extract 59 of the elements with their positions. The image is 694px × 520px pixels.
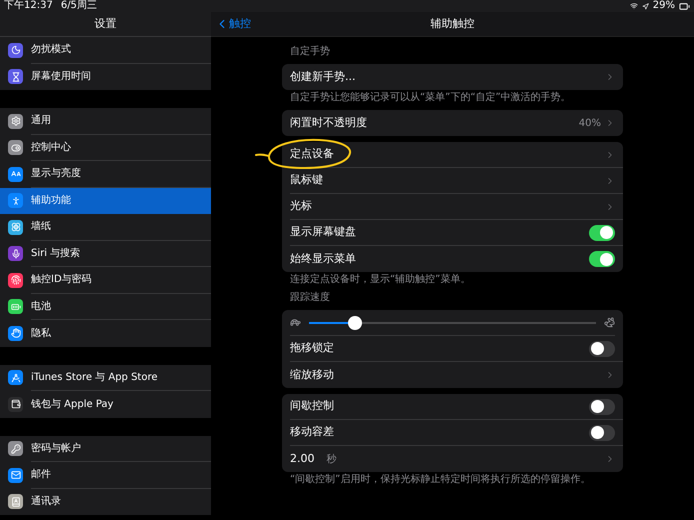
toggle-switch[interactable] bbox=[589, 340, 615, 356]
toggle-switch[interactable] bbox=[589, 224, 615, 240]
back-button[interactable]: 触控 bbox=[211, 16, 251, 32]
battery-icon bbox=[679, 0, 690, 12]
sidebar-item[interactable]: 辅助功能 bbox=[0, 188, 211, 214]
slider[interactable] bbox=[309, 316, 596, 330]
sidebar-item[interactable]: 钱包与 Apple Pay bbox=[0, 391, 211, 418]
sidebar-label: 屏幕使用时间 bbox=[31, 70, 92, 84]
toggle-switch[interactable] bbox=[589, 424, 615, 440]
turtle-icon bbox=[290, 317, 301, 328]
row-label: 间歇控制 bbox=[290, 398, 335, 414]
sidebar-item[interactable]: 通讯录 bbox=[0, 488, 211, 515]
sidebar-label: 钱包与 Apple Pay bbox=[31, 398, 114, 412]
battery-percent: 29% bbox=[652, 1, 675, 11]
sidebar-label: 通讯录 bbox=[31, 494, 62, 510]
row-label: 鼠标键 bbox=[290, 172, 324, 188]
sidebar-item[interactable]: 屏幕使用时间 bbox=[0, 64, 211, 90]
duration-value: 2.00 bbox=[290, 450, 314, 467]
row-label: 光标 bbox=[290, 198, 313, 214]
sidebar-title: 设置 bbox=[0, 12, 211, 37]
row-label: 移动容差 bbox=[290, 424, 335, 440]
row-label: 闲置时不透明度 bbox=[290, 114, 368, 131]
sidebar-item[interactable]: 隐私 bbox=[0, 320, 211, 346]
settings-row[interactable]: 定点设备 bbox=[290, 142, 623, 168]
row-value: 40% bbox=[578, 116, 601, 130]
toggle-switch[interactable] bbox=[589, 251, 615, 267]
row-label: 始终显示菜单 bbox=[290, 250, 357, 267]
settings-row[interactable]: 2.00 秒 bbox=[290, 446, 623, 472]
wifi-icon bbox=[630, 2, 638, 10]
settings-row[interactable]: 移动容差 bbox=[290, 420, 623, 446]
nav-title: 辅助触控 bbox=[430, 16, 474, 32]
row-label: 定点设备 bbox=[290, 146, 335, 162]
settings-row[interactable]: 拖移锁定 bbox=[290, 336, 623, 362]
status-time: 下午12:37 bbox=[4, 1, 53, 11]
settings-row[interactable]: 创建新手势... bbox=[290, 64, 623, 90]
sidebar-label: 辅助功能 bbox=[31, 194, 72, 208]
section-footer: 自定手势让您能够记录可以从“菜单”下的“自定”中激活的手势。 bbox=[282, 92, 623, 104]
location-icon bbox=[642, 2, 649, 10]
settings-row[interactable]: 缩放移动 bbox=[290, 362, 623, 388]
settings-row[interactable]: 鼠标键 bbox=[290, 168, 623, 194]
section-footer: 连接定点设备时，显示“辅助触控”菜单。 bbox=[282, 274, 623, 286]
section-header: 自定手势 bbox=[289, 46, 331, 58]
row-label: 创建新手势... bbox=[290, 68, 356, 85]
status-date: 6/5周三 bbox=[60, 1, 98, 11]
row-label: 拖移锁定 bbox=[290, 340, 335, 356]
toggle-switch[interactable] bbox=[589, 398, 615, 414]
settings-row[interactable]: 闲置时不透明度 40% bbox=[290, 110, 623, 136]
slider-thumb[interactable] bbox=[348, 316, 362, 330]
duration-unit: 秒 bbox=[326, 452, 336, 466]
settings-row[interactable]: 显示屏幕键盘 bbox=[290, 220, 623, 246]
row-label: 显示屏幕键盘 bbox=[290, 224, 357, 240]
row-label: 缩放移动 bbox=[290, 366, 335, 383]
settings-row[interactable]: 间歇控制 bbox=[290, 394, 623, 420]
sidebar-label: 隐私 bbox=[31, 326, 52, 341]
section-header: 跟踪速度 bbox=[289, 292, 331, 304]
rabbit-icon bbox=[604, 317, 615, 328]
settings-row[interactable]: 始终显示菜单 bbox=[290, 246, 623, 272]
section-footer: “间歇控制”启用时，保持光标静止特定时间将执行所选的停留操作。 bbox=[282, 474, 623, 486]
settings-row[interactable]: 光标 bbox=[290, 194, 623, 220]
